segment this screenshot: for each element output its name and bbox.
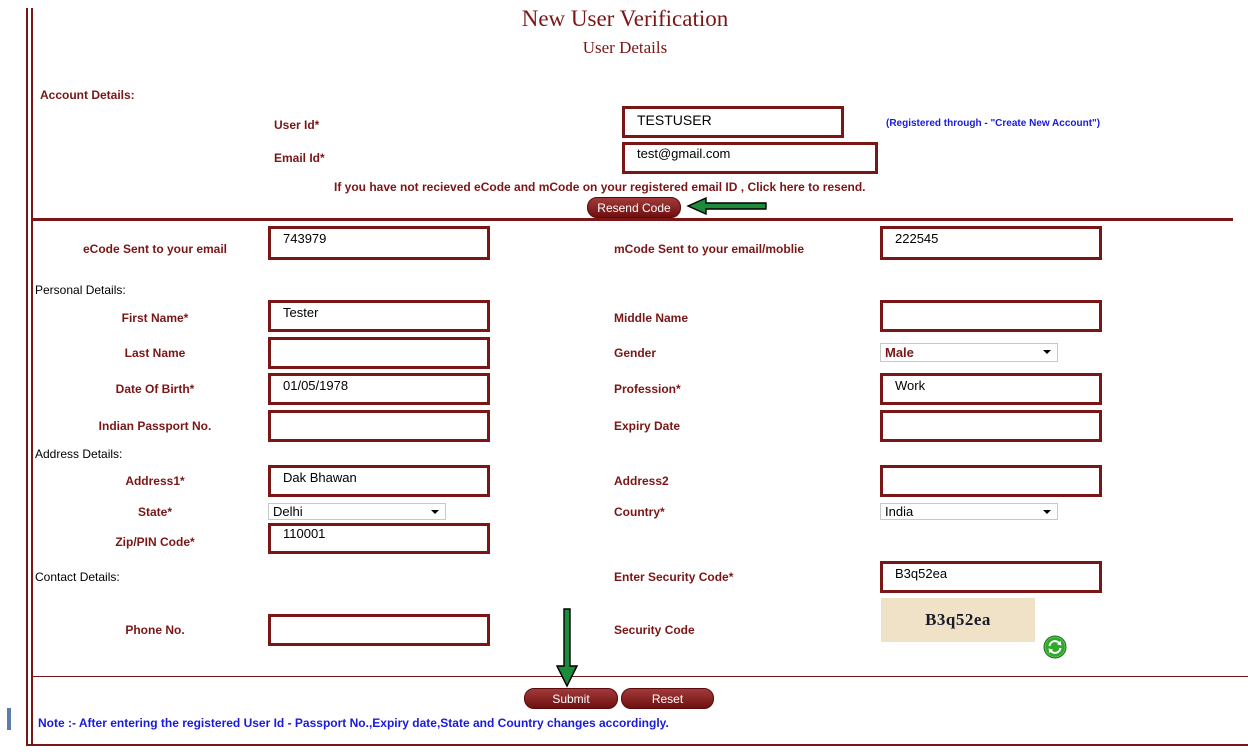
middle-name-label: Middle Name [614, 311, 689, 325]
resend-message: If you have not recieved eCode and mCode… [334, 180, 866, 194]
dob-label: Date Of Birth* [115, 382, 195, 396]
page-title: New User Verification [521, 6, 729, 31]
state-label: State* [137, 505, 172, 519]
state-selected-value: Delhi [273, 504, 303, 519]
page-subtitle: User Details [582, 38, 668, 57]
mcode-label: mCode Sent to your email/moblie [614, 242, 805, 256]
gender-label: Gender [614, 346, 657, 360]
arrow-down-icon [556, 608, 578, 688]
left-border [26, 8, 28, 746]
zip-label: Zip/PIN Code* [115, 535, 195, 549]
arrow-left-icon [686, 197, 767, 215]
resend-code-button[interactable]: Resend Code [587, 197, 681, 218]
country-selected-value: India [885, 504, 914, 519]
personal-details-heading: Personal Details: [35, 283, 126, 297]
reset-button[interactable]: Reset [621, 688, 714, 709]
country-label: Country* [614, 505, 665, 519]
enter-security-code-label: Enter Security Code* [614, 570, 734, 584]
left-border-inner [31, 8, 33, 746]
footer-note: Note :- After entering the registered Us… [38, 716, 669, 730]
passport-label: Indian Passport No. [98, 419, 212, 433]
contact-details-heading: Contact Details: [35, 570, 120, 584]
address1-label: Address1* [125, 474, 185, 488]
refresh-captcha-icon[interactable] [1043, 635, 1067, 659]
section-divider [31, 218, 1233, 221]
dob-field[interactable]: 01/05/1978 [268, 373, 490, 405]
account-details-heading: Account Details: [40, 88, 135, 102]
ecode-field[interactable]: 743979 [268, 226, 490, 260]
gender-selected-value: Male [885, 345, 914, 360]
expiry-date-label: Expiry Date [614, 419, 681, 433]
expiry-date-field[interactable] [880, 410, 1102, 442]
left-edge-marker [7, 708, 11, 730]
user-id-label: User Id* [274, 118, 320, 132]
user-id-field[interactable]: TESTUSER [622, 106, 844, 138]
security-code-input[interactable]: B3q52ea [880, 561, 1102, 593]
email-id-label: Email Id* [274, 151, 325, 165]
submit-button[interactable]: Submit [524, 688, 618, 709]
middle-name-field[interactable] [880, 300, 1102, 332]
address-details-heading: Address Details: [35, 447, 123, 461]
security-code-label: Security Code [614, 623, 695, 637]
ecode-label: eCode Sent to your email [82, 242, 228, 256]
state-select[interactable]: Delhi [268, 503, 446, 520]
captcha-image: B3q52ea [881, 598, 1035, 642]
email-id-field[interactable]: test@gmail.com [622, 142, 878, 174]
phone-field[interactable] [268, 614, 490, 646]
passport-field[interactable] [268, 410, 490, 442]
profession-label: Profession* [614, 382, 681, 396]
chevron-down-icon [1043, 350, 1051, 354]
chevron-down-icon [431, 510, 439, 514]
captcha-text: B3q52ea [925, 610, 991, 629]
last-name-label: Last Name [124, 346, 186, 360]
first-name-label: First Name* [121, 311, 189, 325]
address2-field[interactable] [880, 465, 1102, 497]
country-select[interactable]: India [880, 503, 1058, 520]
address1-field[interactable]: Dak Bhawan [268, 465, 490, 497]
registered-through-note: (Registered through - "Create New Accoun… [886, 118, 1101, 129]
address2-label: Address2 [614, 474, 669, 488]
zip-field[interactable]: 110001 [268, 523, 490, 554]
mcode-field[interactable]: 222545 [880, 226, 1102, 260]
chevron-down-icon [1043, 510, 1051, 514]
footer-divider [31, 676, 1248, 677]
profession-field[interactable]: Work [880, 373, 1102, 405]
phone-label: Phone No. [125, 623, 185, 637]
bottom-border [28, 744, 1248, 746]
first-name-field[interactable]: Tester [268, 300, 490, 332]
gender-select[interactable]: Male [880, 343, 1058, 362]
last-name-field[interactable] [268, 337, 490, 369]
